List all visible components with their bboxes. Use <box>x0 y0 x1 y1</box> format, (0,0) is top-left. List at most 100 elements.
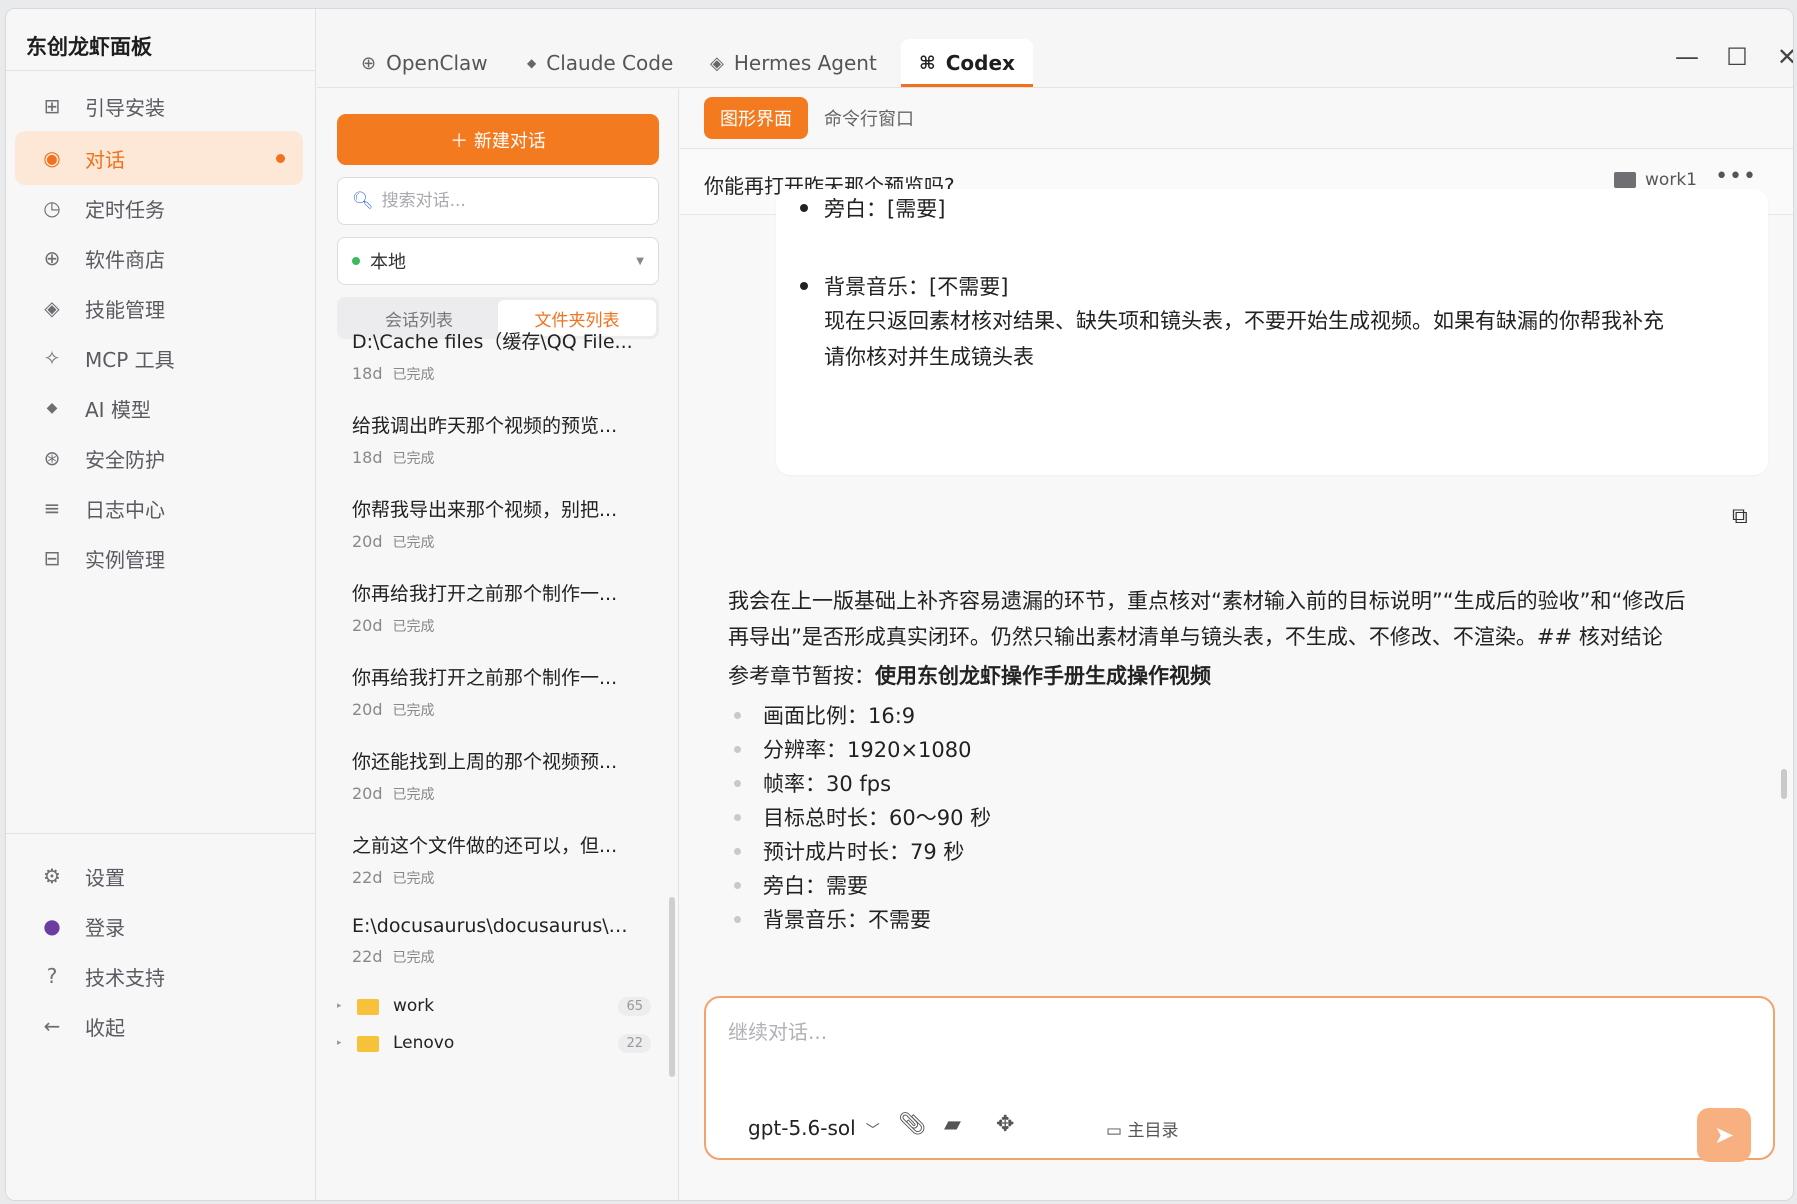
nav-item-instances[interactable]: ⊟ 实例管理 <box>15 531 303 585</box>
message-input[interactable] <box>728 1016 1728 1076</box>
send-button[interactable]: ➤ <box>1697 1108 1751 1162</box>
arrow-left-icon: ← <box>43 1014 61 1038</box>
nav-label: MCP 工具 <box>85 347 175 372</box>
home-directory-button[interactable]: ▭ 主目录 <box>1106 1116 1178 1141</box>
folder-icon[interactable]: ▰ <box>944 1112 961 1137</box>
nav-item-mcp[interactable]: ✧ MCP 工具 <box>15 331 303 385</box>
conversation-status: 已完成 <box>392 535 435 551</box>
chevron-right-icon: ▸ <box>337 1001 342 1011</box>
nav-item-logs[interactable]: ≡ 日志中心 <box>15 481 303 535</box>
conversation-status: 已完成 <box>392 619 435 635</box>
search-box: 🔍︎ <box>337 177 659 225</box>
sparkle-icon: ◆ <box>46 400 58 416</box>
spec-item: 画面比例：16:9 <box>728 700 915 730</box>
nav-item-setup[interactable]: ⊞ 引导安装 <box>15 79 303 133</box>
answer-line: 再导出”是否形成真实闭环。仍然只输出素材清单与镜头表，不生成、不修改、不渲染。#… <box>728 625 1663 649</box>
claude-icon: ◆ <box>527 56 537 70</box>
tab-codex[interactable]: ⌘ Codex <box>901 39 1033 87</box>
chevron-down-icon: ﹀ <box>865 1123 880 1139</box>
tab-label: Claude Code <box>546 51 674 75</box>
conversation-age: 20d <box>352 616 383 635</box>
app-brand: 东创龙虾面板 <box>26 35 152 59</box>
nav-label: 软件商店 <box>85 247 165 272</box>
nav-label: AI 模型 <box>85 397 151 422</box>
close-button[interactable]: ✕ <box>1769 39 1793 75</box>
minimize-button[interactable]: — <box>1669 39 1705 75</box>
conversation-title: E:\docusaurus\docusaurus\d... <box>352 915 637 937</box>
mode-gui-button[interactable]: 图形界面 <box>704 97 808 139</box>
chat-icon: ◉ <box>43 146 61 170</box>
conversation-age: 22d <box>352 868 383 887</box>
folder-item-work[interactable]: ▸ work 65 <box>337 989 659 1023</box>
nav-label: 登录 <box>85 915 125 940</box>
shield-icon: ⊛ <box>43 446 61 470</box>
spec-item: 目标总时长：60～90 秒 <box>728 802 991 832</box>
conversation-item[interactable]: 你还能找到上周的那个视频预... 20d 已完成 <box>337 747 647 804</box>
scrollbar[interactable] <box>1781 769 1787 799</box>
search-icon: 🔍︎ <box>352 191 374 211</box>
conversation-status: 已完成 <box>392 703 435 719</box>
hermes-icon: ◈ <box>710 52 724 74</box>
nav-item-collapse[interactable]: ← 收起 <box>15 999 303 1053</box>
folder-count: 22 <box>618 1033 651 1053</box>
new-chat-button[interactable]: ＋ 新建对话 <box>337 114 659 165</box>
nav-item-skills[interactable]: ◈ 技能管理 <box>15 281 303 335</box>
folder-icon <box>357 1036 379 1052</box>
nav-item-chat[interactable]: ◉ 对话 <box>15 131 303 185</box>
conversation-title: 你再给我打开之前那个制作一... <box>352 583 618 605</box>
more-options-button[interactable]: ••• <box>1715 164 1757 189</box>
assistant-answer: 我会在上一版基础上补齐容易遗漏的环节，重点核对“素材输入前的目标说明”“生成后的… <box>728 583 1738 655</box>
model-name: gpt-5.6-sol <box>748 1116 856 1140</box>
tab-openclaw[interactable]: ⊕ OpenClaw <box>361 39 488 87</box>
tab-claude-code[interactable]: ◆ Claude Code <box>527 39 673 87</box>
copy-icon[interactable]: ⧉ <box>1732 504 1748 529</box>
message-bullet: 背景音乐：[不需要] <box>800 269 1008 305</box>
nav-item-login[interactable]: ● 登录 <box>15 899 303 953</box>
nav-item-security[interactable]: ⊛ 安全防护 <box>15 431 303 485</box>
tab-hermes-agent[interactable]: ◈ Hermes Agent <box>710 39 877 87</box>
conversation-item[interactable]: 之前这个文件做的还可以，但... 22d 已完成 <box>337 831 647 888</box>
conversation-item[interactable]: 你再给我打开之前那个制作一... 20d 已完成 <box>337 579 647 636</box>
chevron-right-icon: ▸ <box>337 1038 342 1048</box>
source-select[interactable]: 本地 ▼ <box>337 237 659 285</box>
nav-item-ai-model[interactable]: ◆ AI 模型 <box>15 381 303 435</box>
reference-line: 参考章节暂按：使用东创龙虾操作手册生成操作视频 <box>728 664 1211 688</box>
paperclip-icon[interactable]: 📎︎ <box>898 1112 926 1137</box>
mode-cli-button[interactable]: 命令行窗口 <box>808 97 930 139</box>
conversation-age: 20d <box>352 784 383 803</box>
search-input[interactable] <box>381 191 642 211</box>
model-selector[interactable]: gpt-5.6-sol ﹀ <box>748 1116 880 1140</box>
caret-down-icon: ▼ <box>636 255 644 267</box>
conversation-panel: ＋ 新建对话 🔍︎ 本地 ▼ 会话列表 文件夹列表 D:\Cache files… <box>317 89 679 1200</box>
unread-dot <box>276 154 285 163</box>
nav-item-settings[interactable]: ⚙ 设置 <box>15 849 303 903</box>
conversation-item[interactable]: 你再给我打开之前那个制作一... 20d 已完成 <box>337 663 647 720</box>
conversation-title: 你还能找到上周的那个视频预... <box>352 751 618 773</box>
nav-item-support[interactable]: ? 技术支持 <box>15 949 303 1003</box>
command-icon: ⌘ <box>919 52 936 74</box>
spec-item: 背景音乐：不需要 <box>728 904 931 934</box>
home-directory-label: 主目录 <box>1127 1121 1179 1141</box>
chat-panel: 图形界面 命令行窗口 你能再打开昨天那个预览吗? work1 ••• 旁白：[需… <box>680 89 1793 1200</box>
send-icon: ➤ <box>1713 1121 1735 1149</box>
nav-item-store[interactable]: ⊕ 软件商店 <box>15 231 303 285</box>
conversation-item[interactable]: D:\Cache files（缓存\QQ File... 18d 已完成 <box>337 327 647 384</box>
spec-item: 预计成片时长：79 秒 <box>728 836 964 866</box>
instance-icon: ⊟ <box>43 546 61 570</box>
scrollbar[interactable] <box>669 897 675 1077</box>
conversation-item[interactable]: 给我调出昨天那个视频的预览... 18d 已完成 <box>337 411 647 468</box>
maximize-button[interactable]: ☐ <box>1719 39 1755 75</box>
workspace-button[interactable]: work1 <box>1614 170 1697 190</box>
plugin-icon[interactable]: ✥ <box>996 1112 1014 1137</box>
conversation-title: D:\Cache files（缓存\QQ File... <box>352 331 633 353</box>
folder-item-lenovo[interactable]: ▸ Lenovo 22 <box>337 1026 659 1060</box>
nav-label: 收起 <box>85 1015 125 1040</box>
nav-item-schedule[interactable]: ◷ 定时任务 <box>15 181 303 235</box>
mode-bar: 图形界面 命令行窗口 <box>680 89 1793 149</box>
folder-name: Lenovo <box>393 1033 455 1053</box>
conversation-title: 给我调出昨天那个视频的预览... <box>352 415 618 437</box>
conversation-item[interactable]: 你帮我导出来那个视频，别把... 20d 已完成 <box>337 495 647 552</box>
divider <box>6 70 316 71</box>
conversation-age: 22d <box>352 947 383 966</box>
conversation-item[interactable]: E:\docusaurus\docusaurus\d... 22d 已完成 <box>337 915 647 967</box>
